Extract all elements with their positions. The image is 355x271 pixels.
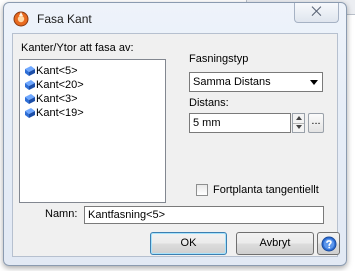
list-item-label: Kant<5> (36, 65, 78, 77)
list-item-label: Kant<19> (36, 107, 84, 119)
distance-input[interactable] (189, 113, 291, 133)
name-input[interactable] (84, 206, 324, 224)
cancel-button[interactable]: Avbryt (236, 232, 314, 255)
close-button[interactable]: ⨉ (294, 3, 339, 23)
edges-label: Kanter/Ytor att fasa av: (21, 42, 134, 54)
list-item-label: Kant<3> (36, 93, 78, 105)
propagate-label: Fortplanta tangentiellt (213, 184, 319, 196)
ok-button[interactable]: OK (150, 232, 227, 255)
chamfer-type-value: Samma Distans (193, 76, 271, 88)
edge-icon (25, 80, 35, 90)
title-bar: Fasa Kant ⨉ (4, 3, 346, 33)
distance-spinner[interactable] (292, 113, 305, 133)
chamfer-app-icon (13, 11, 29, 27)
chevron-down-icon (310, 80, 318, 85)
edges-listbox[interactable]: Kant<5> Kant<20> Kant<3> Kant<19> (19, 59, 166, 203)
fasa-kant-dialog: Fasa Kant ⨉ Kanter/Ytor att fasa av: Kan… (3, 2, 347, 266)
edge-icon (25, 108, 35, 118)
distance-more-button[interactable]: ... (308, 113, 324, 133)
help-button[interactable] (317, 232, 340, 255)
distance-label: Distans: (189, 97, 229, 109)
chamfer-type-label: Fasningstyp (189, 53, 249, 65)
chamfer-type-select[interactable]: Samma Distans (189, 72, 323, 92)
propagate-checkbox[interactable] (196, 184, 208, 196)
spin-down-icon[interactable] (293, 123, 304, 132)
dialog-title: Fasa Kant (37, 12, 92, 26)
ellipsis-icon: ... (311, 115, 321, 127)
edge-icon (25, 66, 35, 76)
close-icon: ⨉ (311, 4, 322, 19)
list-item-label: Kant<20> (36, 79, 84, 91)
edge-icon (25, 94, 35, 104)
name-label: Namn: (45, 208, 78, 220)
help-icon (321, 236, 337, 252)
dialog-body: Kanter/Ytor att fasa av: Kant<5> Kant<20… (12, 33, 340, 257)
